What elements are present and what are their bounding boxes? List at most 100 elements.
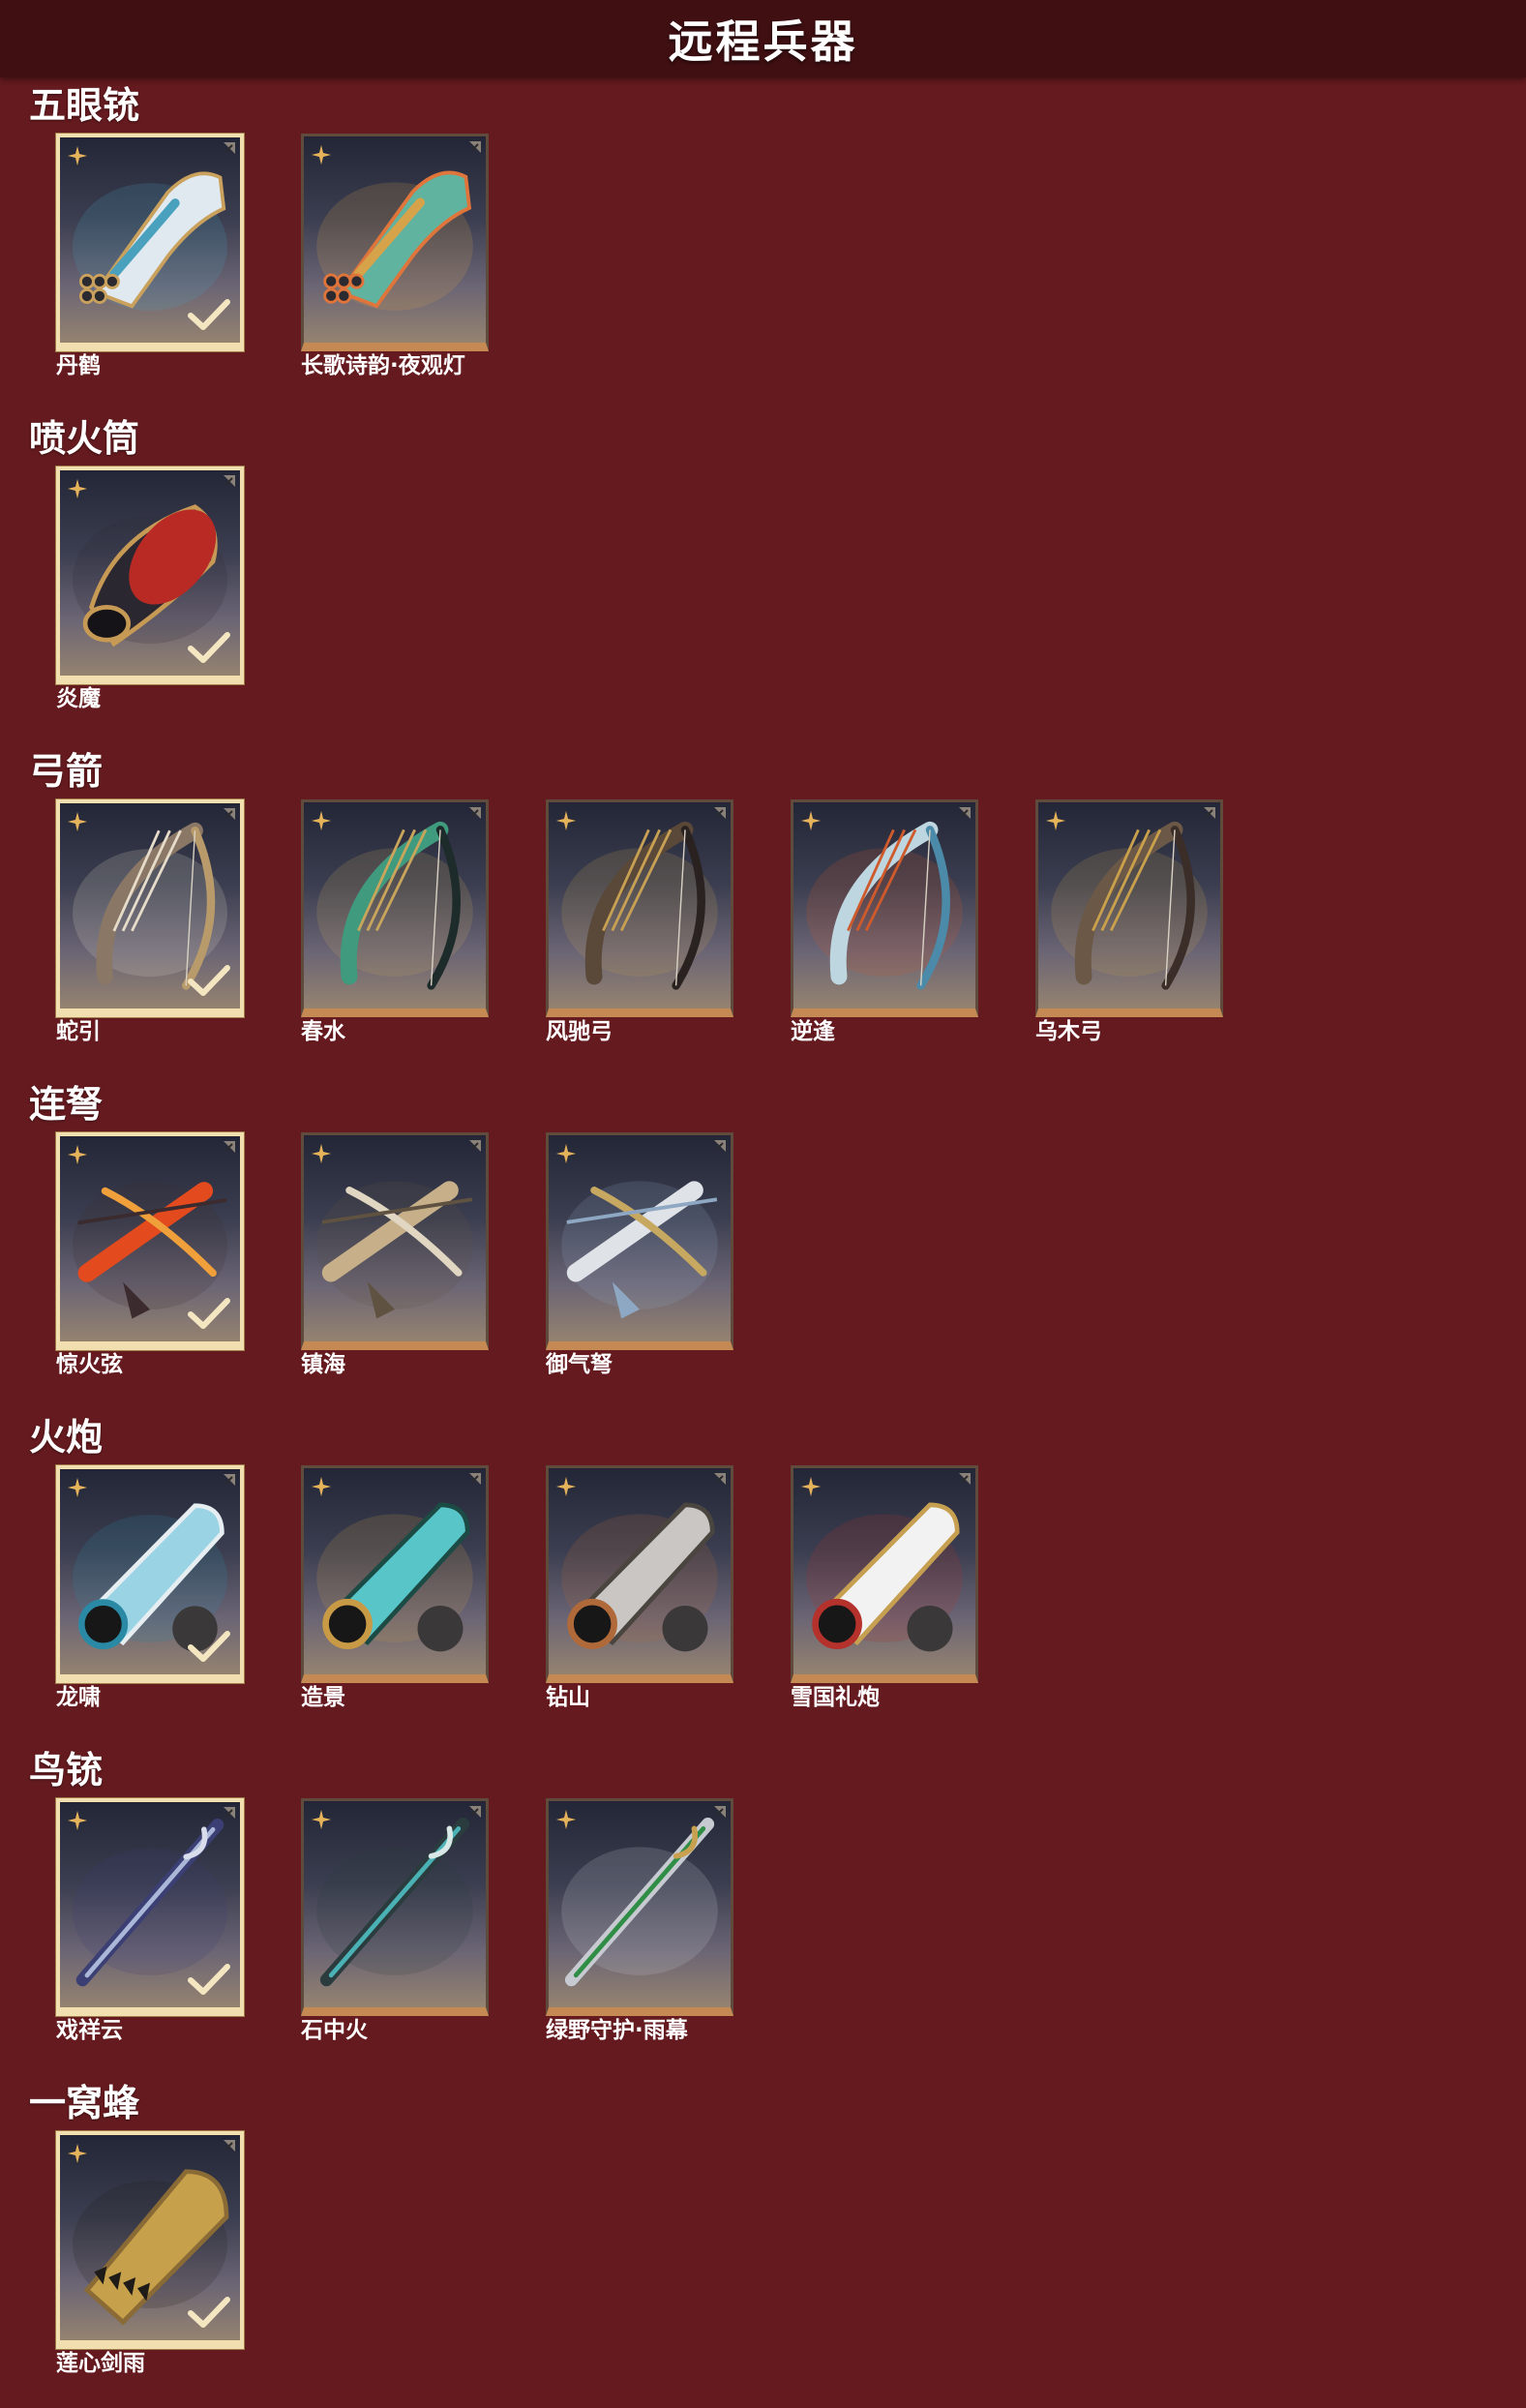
corner-fold-icon (224, 808, 235, 820)
weapon-card[interactable]: 长歌诗韵·夜观灯 (301, 134, 489, 377)
weapon-card[interactable]: 炎魔 (56, 467, 244, 710)
weapon-thumbnail[interactable] (301, 1132, 489, 1350)
four-point-star-icon (67, 1144, 88, 1165)
weapon-image (316, 821, 473, 990)
weapon-name: 镇海 (301, 1352, 345, 1377)
corner-fold-icon (469, 141, 481, 153)
four-point-star-icon (67, 2143, 88, 2164)
weapon-card[interactable]: 绿野守护·雨幕 (546, 1798, 733, 2042)
weapon-image (561, 1502, 718, 1652)
checkmark-icon (188, 2297, 230, 2328)
weapon-section: 连弩 惊火弦 镇海 御气弩 (0, 1076, 1526, 1409)
weapon-card[interactable]: 石中火 (301, 1798, 489, 2042)
weapon-thumbnail[interactable] (56, 134, 244, 351)
weapon-name: 长歌诗韵·夜观灯 (301, 353, 465, 378)
four-point-star-icon (555, 1809, 577, 1830)
weapon-thumbnail[interactable] (301, 799, 489, 1017)
weapon-card[interactable]: 龙啸 (56, 1465, 244, 1709)
corner-fold-icon (224, 1141, 235, 1153)
weapon-thumbnail[interactable] (546, 1798, 733, 2016)
weapon-thumbnail[interactable] (1035, 799, 1223, 1017)
weapon-card[interactable]: 莲心剑雨 (56, 2131, 244, 2375)
weapon-image (316, 170, 473, 311)
corner-fold-icon (469, 1140, 481, 1152)
page-title: 远程兵器 (668, 15, 858, 68)
weapon-card[interactable]: 钻山 (546, 1465, 733, 1709)
weapon-thumbnail[interactable] (56, 1465, 244, 1683)
weapon-image (316, 1181, 473, 1319)
corner-fold-icon (224, 142, 235, 154)
weapon-thumbnail[interactable] (301, 1465, 489, 1683)
checkmark-icon (188, 299, 230, 330)
weapon-card[interactable]: 丹鹤 (56, 134, 244, 377)
section-title: 鸟铳 (29, 1749, 104, 1791)
four-point-star-icon (311, 810, 332, 831)
checkmark-icon (188, 1631, 230, 1662)
weapon-name: 造景 (301, 1685, 345, 1710)
weapon-thumbnail[interactable] (301, 134, 489, 351)
weapon-thumbnail[interactable] (56, 799, 244, 1017)
weapon-thumbnail[interactable] (791, 799, 978, 1017)
weapon-name: 丹鹤 (56, 353, 101, 378)
weapon-image (316, 1818, 473, 1987)
four-point-star-icon (311, 144, 332, 166)
weapon-image (806, 821, 963, 990)
weapon-name: 莲心剑雨 (56, 2351, 145, 2376)
weapon-card[interactable]: 造景 (301, 1465, 489, 1709)
weapon-card[interactable]: 蛇引 (56, 799, 244, 1043)
weapon-thumbnail[interactable] (546, 1132, 733, 1350)
weapon-name: 戏祥云 (56, 2018, 123, 2043)
weapon-section: 火炮 龙啸 造景 钻山 雪国礼炮 (0, 1409, 1526, 1742)
weapon-image (561, 821, 718, 990)
weapon-thumbnail[interactable] (56, 2131, 244, 2349)
weapon-card[interactable]: 雪国礼炮 (791, 1465, 978, 1709)
weapon-thumbnail[interactable] (56, 1798, 244, 2016)
four-point-star-icon (800, 1476, 822, 1497)
checkmark-icon (188, 1298, 230, 1329)
four-point-star-icon (1045, 810, 1066, 831)
weapon-thumbnail[interactable] (301, 1798, 489, 2016)
four-point-star-icon (67, 478, 88, 499)
weapon-name: 石中火 (301, 2018, 368, 2043)
corner-fold-icon (959, 1473, 971, 1485)
corner-fold-icon (224, 475, 235, 487)
four-point-star-icon (311, 1809, 332, 1830)
weapon-card[interactable]: 惊火弦 (56, 1132, 244, 1376)
corner-fold-icon (224, 1474, 235, 1486)
four-point-star-icon (67, 145, 88, 166)
section-title: 五眼铳 (29, 84, 140, 127)
weapon-section: 鸟铳戏祥云 石中火 绿野守护·雨幕 (0, 1742, 1526, 2075)
corner-fold-icon (714, 1140, 726, 1152)
weapon-card[interactable]: 逆逢 (791, 799, 978, 1043)
four-point-star-icon (311, 1476, 332, 1497)
checkmark-icon (188, 1964, 230, 1995)
weapon-card[interactable]: 镇海 (301, 1132, 489, 1376)
corner-fold-icon (1204, 807, 1215, 819)
weapon-thumbnail[interactable] (56, 1132, 244, 1350)
weapon-card[interactable]: 风驰弓 (546, 799, 733, 1043)
weapon-image (806, 1502, 963, 1652)
weapon-card[interactable]: 御气弩 (546, 1132, 733, 1376)
weapon-section: 喷火筒 炎魔 (0, 410, 1526, 743)
weapon-name: 钻山 (546, 1685, 590, 1710)
weapon-card[interactable]: 春水 (301, 799, 489, 1043)
weapon-name: 逆逢 (791, 1019, 835, 1044)
checkmark-icon (188, 965, 230, 996)
weapon-thumbnail[interactable] (791, 1465, 978, 1683)
four-point-star-icon (67, 1810, 88, 1831)
checkmark-icon (188, 632, 230, 663)
corner-fold-icon (959, 807, 971, 819)
weapon-name: 乌木弓 (1035, 1019, 1102, 1044)
weapon-image (561, 1181, 718, 1319)
weapon-name: 御气弩 (546, 1352, 613, 1377)
weapon-card[interactable]: 戏祥云 (56, 1798, 244, 2042)
weapon-card[interactable]: 乌木弓 (1035, 799, 1223, 1043)
four-point-star-icon (67, 811, 88, 832)
weapon-image (1051, 821, 1208, 990)
four-point-star-icon (555, 1143, 577, 1164)
weapon-section: 弓箭 蛇引 春水 风驰弓 逆逢 乌木弓 (0, 743, 1526, 1076)
weapon-thumbnail[interactable] (546, 1465, 733, 1683)
weapon-section: 一窝蜂 莲心剑雨 (0, 2075, 1526, 2408)
weapon-thumbnail[interactable] (56, 467, 244, 684)
weapon-thumbnail[interactable] (546, 799, 733, 1017)
